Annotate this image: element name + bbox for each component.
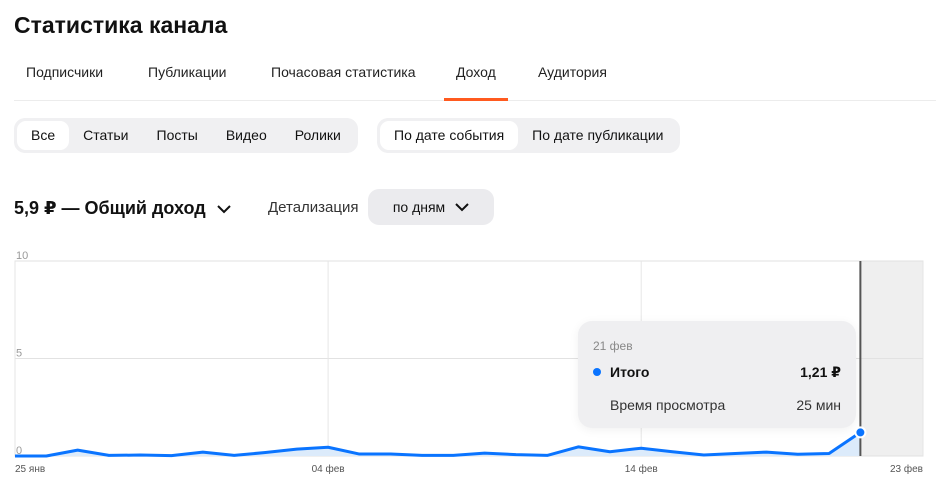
series-line: [15, 431, 862, 458]
content-filter: Все Статьи Посты Видео Ролики: [14, 118, 358, 153]
x-tick-label: 14 фев: [625, 463, 658, 475]
series-dot-icon: [593, 368, 601, 376]
filter-articles[interactable]: Статьи: [69, 121, 142, 150]
page-title: Статистика канала: [14, 12, 228, 38]
filter-shorts[interactable]: Ролики: [281, 121, 355, 150]
by-event-date[interactable]: По дате события: [380, 121, 519, 150]
detail-dropdown[interactable]: по дням: [368, 189, 494, 225]
y-tick-label: 5: [16, 348, 22, 360]
tooltip-date: 21 фев: [593, 339, 633, 353]
date-filter: По дате события По дате публикации: [377, 118, 681, 153]
tab-income[interactable]: Доход: [444, 64, 508, 101]
tab-audience[interactable]: Аудитория: [538, 64, 607, 98]
total-income: 5,9 ₽ — Общий доход: [14, 198, 206, 218]
detail-label: Детализация: [268, 199, 359, 216]
x-tick-label: 25 янв: [15, 464, 45, 475]
filter-video[interactable]: Видео: [212, 121, 281, 150]
highlight-point: [854, 426, 867, 439]
tooltip-total-value: 1,21 ₽: [800, 364, 841, 380]
filter-posts[interactable]: Посты: [143, 121, 212, 150]
chart-tooltip: 21 фев Итого 1,21 ₽ Время просмотра 25 мин: [578, 321, 856, 428]
tooltip-watch-label: Время просмотра: [610, 397, 726, 413]
x-tick-label: 04 фев: [312, 463, 345, 475]
tab-hourly[interactable]: Почасовая статистика: [271, 64, 416, 98]
chevron-down-icon: [217, 204, 231, 213]
by-publish-date[interactable]: По дате публикации: [518, 121, 677, 150]
tooltip-total-label: Итого: [610, 364, 650, 380]
detail-value: по дням: [392, 199, 446, 215]
total-income-dropdown[interactable]: 5,9 ₽ — Общий доход: [14, 198, 232, 219]
filter-all[interactable]: Все: [17, 121, 70, 150]
tab-subscribers[interactable]: Подписчики: [26, 64, 103, 98]
tabs-bar: Подписчики Публикации Почасовая статисти…: [14, 56, 936, 101]
tooltip-watch-value: 25 мин: [796, 397, 841, 413]
x-tick-label: 23 фев: [890, 463, 923, 475]
tab-publications[interactable]: Публикации: [148, 64, 226, 98]
y-tick-label: 10: [16, 250, 28, 262]
chevron-down-icon: [455, 202, 469, 211]
